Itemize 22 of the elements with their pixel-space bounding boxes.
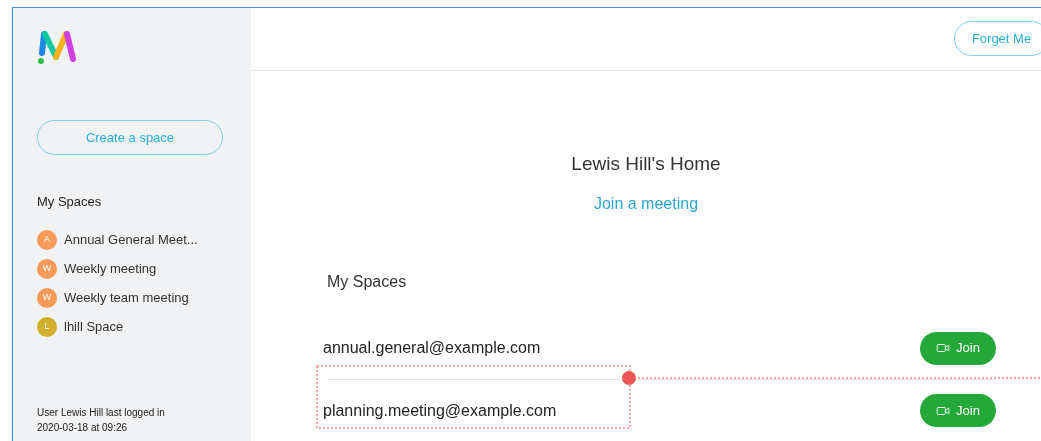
sidebar-item[interactable]: W Weekly team meeting xyxy=(37,287,251,308)
space-avatar: L xyxy=(37,316,57,337)
space-avatar: A xyxy=(37,229,57,250)
space-name: Weekly meeting xyxy=(64,259,157,278)
sidebar-item[interactable]: A Annual General Meet... xyxy=(37,229,251,250)
last-login-text: User Lewis Hill last logged in xyxy=(37,406,166,420)
space-name: Weekly team meeting xyxy=(64,288,189,307)
space-avatar: W xyxy=(37,258,57,279)
sidebar-item[interactable]: L lhill Space xyxy=(37,316,251,337)
space-name: Annual General Meet... xyxy=(64,230,198,249)
join-button[interactable]: Join xyxy=(920,331,996,365)
logo-icon xyxy=(37,29,77,65)
section-heading: My Spaces xyxy=(327,272,408,292)
sidebar-item[interactable]: W Weekly meeting xyxy=(37,258,251,279)
sidebar-heading: My Spaces xyxy=(37,193,103,211)
space-name: lhill Space xyxy=(64,317,124,336)
join-button[interactable]: Join xyxy=(920,394,996,427)
join-meeting-link[interactable]: Join a meeting xyxy=(593,192,699,216)
home-title: Lewis Hill's Home xyxy=(571,151,721,176)
video-icon xyxy=(936,341,951,355)
space-avatar: W xyxy=(37,287,57,308)
last-login-text: 2020-03-18 at 09:26 xyxy=(37,421,129,435)
